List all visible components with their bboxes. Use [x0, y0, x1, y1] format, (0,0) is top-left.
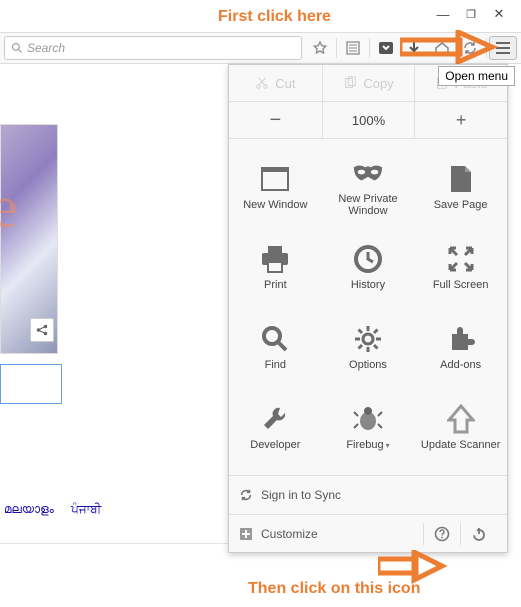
save-page-button[interactable]: Save Page — [414, 147, 507, 227]
grid-label: History — [351, 279, 385, 291]
fullscreen-icon — [445, 243, 477, 275]
customize-button[interactable]: Customize — [261, 527, 318, 541]
annotation-arrow-bottom — [378, 550, 448, 584]
lang-link-pa[interactable]: ਪੰਜਾਬੀ — [71, 502, 101, 516]
new-private-window-button[interactable]: New Private Window — [322, 147, 415, 227]
developer-button[interactable]: Developer — [229, 387, 322, 467]
selection-box — [0, 364, 62, 404]
print-icon — [259, 243, 291, 275]
hamburger-icon — [489, 36, 517, 60]
page-icon — [445, 163, 477, 195]
grid-label: Save Page — [434, 199, 488, 211]
annotation-bottom: Then click on this icon — [248, 580, 420, 598]
download-icon[interactable] — [400, 34, 428, 62]
share-icon[interactable] — [30, 318, 54, 342]
cut-label: Cut — [275, 76, 295, 91]
sign-in-sync-button[interactable]: Sign in to Sync — [229, 476, 507, 514]
pocket-icon[interactable] — [372, 34, 400, 62]
lang-link-ml[interactable]: മലയാളം — [4, 502, 54, 516]
options-button[interactable]: Options — [322, 307, 415, 387]
update-scanner-button[interactable]: Update Scanner — [414, 387, 507, 467]
find-icon — [259, 323, 291, 355]
cut-icon — [255, 76, 269, 90]
copy-button[interactable]: Copy — [322, 65, 415, 101]
grid-label: Full Screen — [433, 279, 489, 291]
search-icon — [11, 42, 23, 54]
copy-label: Copy — [363, 76, 393, 91]
zoom-in-button[interactable]: + — [414, 102, 507, 138]
grid-label: Add-ons — [440, 359, 481, 371]
history-icon — [352, 243, 384, 275]
home-icon[interactable] — [428, 34, 456, 62]
zoom-level[interactable]: 100% — [322, 102, 415, 138]
grid-label: New Private Window — [326, 193, 411, 217]
window-icon — [259, 163, 291, 195]
search-input[interactable]: Search — [4, 36, 302, 60]
help-icon — [434, 526, 450, 542]
app-menu: Cut Copy Paste − 100% + New Window New P… — [228, 64, 508, 553]
bookmark-star-icon[interactable] — [306, 34, 334, 62]
maximize-button[interactable]: ❐ — [457, 4, 485, 24]
menu-button[interactable] — [489, 34, 517, 62]
grid-label: Find — [265, 359, 286, 371]
zoom-out-button[interactable]: − — [229, 102, 322, 138]
sync-label: Sign in to Sync — [261, 488, 341, 502]
divider — [0, 543, 228, 544]
firebug-icon — [352, 403, 384, 435]
help-button[interactable] — [424, 520, 460, 548]
quit-button[interactable] — [461, 520, 497, 548]
plus-icon — [239, 527, 253, 541]
power-icon — [471, 526, 487, 542]
gear-icon — [352, 323, 384, 355]
find-button[interactable]: Find — [229, 307, 322, 387]
grid-label: Update Scanner — [421, 439, 501, 451]
customize-row: Customize — [229, 514, 507, 552]
fullscreen-button[interactable]: Full Screen — [414, 227, 507, 307]
menu-tooltip: Open menu — [438, 66, 515, 86]
history-button[interactable]: History — [322, 227, 415, 307]
language-links: മലയാളം ਪੰਜਾਬੀ — [4, 502, 115, 517]
new-window-button[interactable]: New Window — [229, 147, 322, 227]
toolbar: Search — [0, 32, 521, 64]
wrench-icon — [259, 403, 291, 435]
grid-label: Options — [349, 359, 387, 371]
copy-icon — [343, 76, 357, 90]
annotation-top: First click here — [218, 8, 331, 26]
sync-small-icon — [239, 488, 253, 502]
mask-icon — [352, 157, 384, 189]
minimize-button[interactable]: — — [429, 4, 457, 24]
puzzle-icon — [445, 323, 477, 355]
reader-icon[interactable] — [339, 34, 367, 62]
cut-button[interactable]: Cut — [229, 65, 322, 101]
firebug-button[interactable]: Firebug▾ — [322, 387, 415, 467]
addons-button[interactable]: Add-ons — [414, 307, 507, 387]
up-arrow-icon — [445, 403, 477, 435]
search-placeholder: Search — [27, 41, 65, 55]
sync-icon[interactable] — [456, 34, 484, 62]
grid-label: Print — [264, 279, 287, 291]
grid-label: Developer — [250, 439, 300, 451]
print-button[interactable]: Print — [229, 227, 322, 307]
close-button[interactable]: ✕ — [485, 4, 513, 24]
grid-label: New Window — [243, 199, 307, 211]
grid-label: Firebug — [346, 439, 383, 451]
chevron-down-icon: ▾ — [386, 441, 390, 450]
